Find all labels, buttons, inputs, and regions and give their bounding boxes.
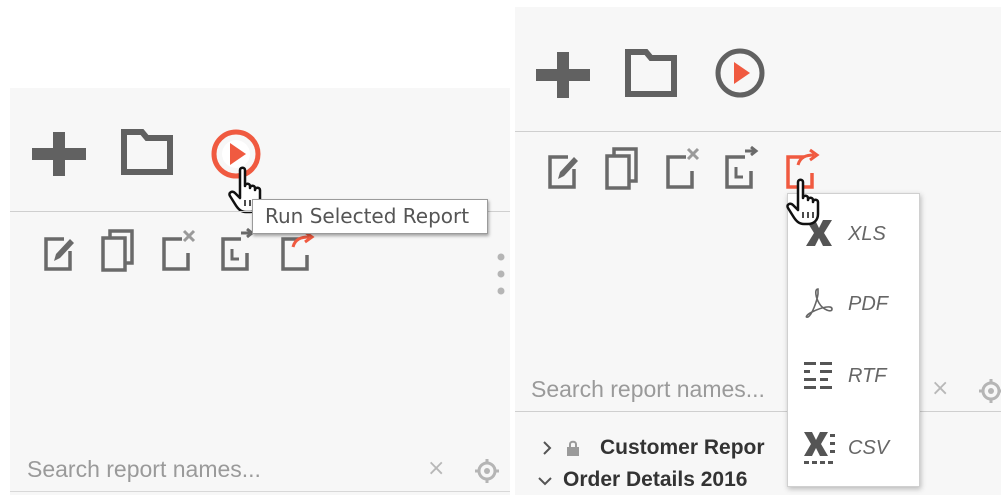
export-rtf-item[interactable]: RTF bbox=[788, 346, 919, 406]
chevron-down-icon[interactable] bbox=[537, 475, 553, 487]
run-icon[interactable] bbox=[713, 47, 767, 101]
add-icon[interactable] bbox=[32, 132, 86, 176]
rtf-icon bbox=[802, 358, 836, 397]
copy-icon[interactable] bbox=[604, 147, 640, 191]
clear-search-icon[interactable]: × bbox=[427, 456, 445, 481]
folder-icon[interactable] bbox=[120, 128, 174, 176]
export-menu: XLS PDF RTF CSV bbox=[787, 193, 920, 487]
hand-cursor-icon bbox=[786, 178, 824, 226]
settings-icon[interactable] bbox=[978, 378, 1001, 404]
menu-label: XLS bbox=[848, 223, 886, 245]
tree-item-customer-reports[interactable]: Customer Repor bbox=[600, 436, 765, 460]
search-input[interactable]: Search report names... bbox=[531, 376, 765, 403]
lock-icon bbox=[566, 440, 580, 456]
search-underline bbox=[10, 491, 510, 492]
tree-item-order-details-2016[interactable]: Order Details 2016 bbox=[563, 468, 747, 492]
csv-icon bbox=[802, 430, 836, 475]
copy-icon[interactable] bbox=[100, 229, 136, 273]
clear-search-icon[interactable]: × bbox=[931, 376, 949, 401]
add-icon[interactable] bbox=[536, 52, 590, 98]
export-pdf-item[interactable]: PDF bbox=[788, 274, 919, 334]
chevron-right-icon[interactable] bbox=[541, 440, 553, 456]
search-input[interactable]: Search report names... bbox=[27, 456, 261, 483]
folder-icon[interactable] bbox=[624, 48, 678, 98]
settings-icon[interactable] bbox=[474, 458, 500, 484]
menu-label: PDF bbox=[848, 293, 888, 315]
schedule-icon[interactable] bbox=[723, 145, 761, 191]
edit-icon[interactable] bbox=[42, 233, 78, 273]
menu-label: CSV bbox=[848, 437, 890, 459]
export-csv-item[interactable]: CSV bbox=[788, 418, 919, 478]
delete-icon[interactable] bbox=[160, 229, 198, 273]
menu-label: RTF bbox=[848, 365, 887, 387]
resize-handle-icon[interactable] bbox=[496, 252, 506, 298]
schedule-icon[interactable] bbox=[219, 227, 257, 273]
toolbar-divider bbox=[515, 131, 1001, 132]
run-report-tooltip: Run Selected Report bbox=[252, 199, 488, 234]
pdf-icon bbox=[802, 286, 836, 325]
export-icon[interactable] bbox=[279, 229, 317, 273]
edit-icon[interactable] bbox=[546, 151, 582, 191]
delete-icon[interactable] bbox=[664, 147, 702, 191]
search-underline bbox=[515, 411, 1001, 412]
